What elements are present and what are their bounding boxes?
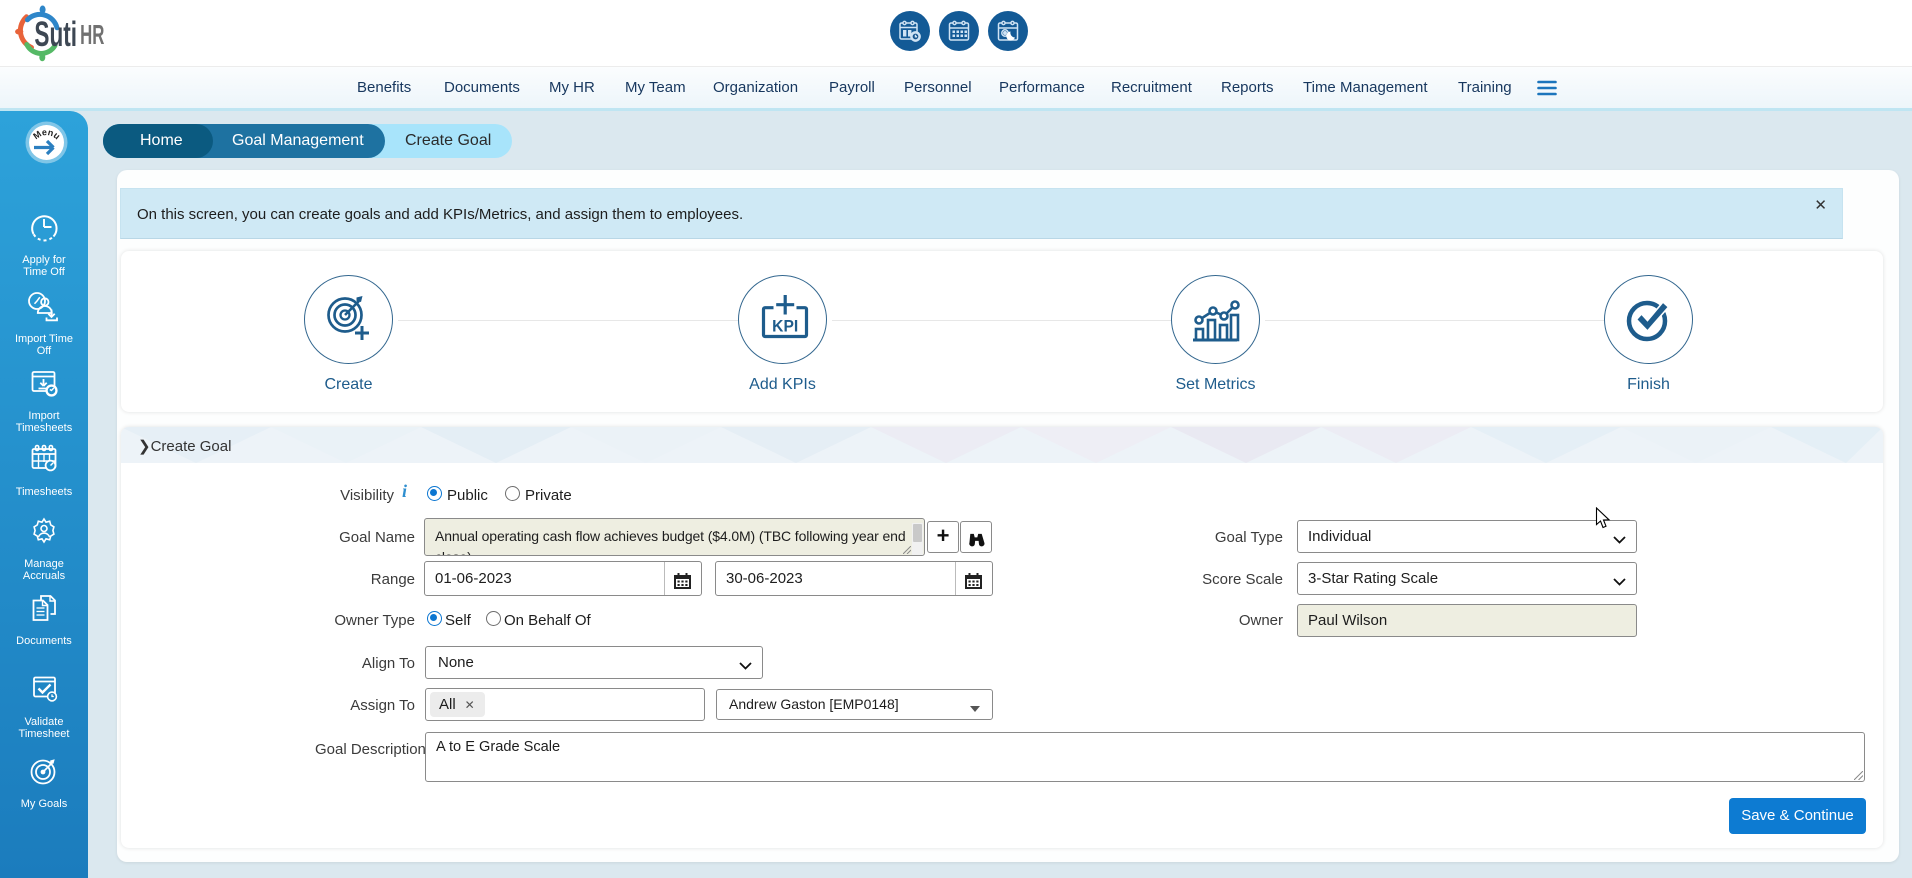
svg-text:KPI: KPI — [772, 317, 798, 335]
svg-text:HR: HR — [80, 19, 104, 51]
svg-text:Suti: Suti — [34, 15, 77, 54]
svg-text:Menu: Menu — [31, 127, 62, 141]
